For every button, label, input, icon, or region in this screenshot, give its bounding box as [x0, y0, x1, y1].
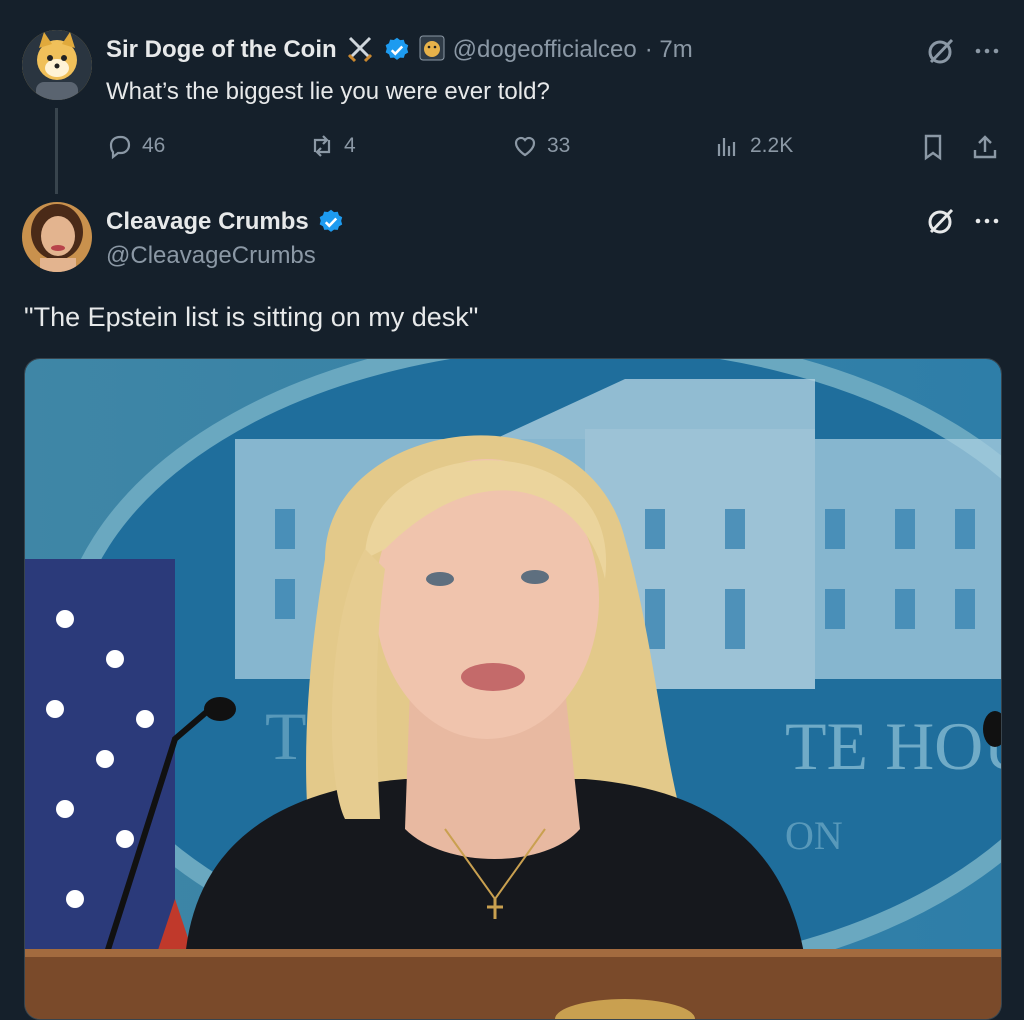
repost-icon [313, 135, 331, 157]
tweet1-author-name[interactable]: Sir Doge of the Coin [106, 36, 337, 64]
more-options-icon[interactable] [972, 206, 1002, 241]
tweet1-handle[interactable]: @dogeofficialceo [453, 36, 637, 64]
sign-text-main: TE HOUS [785, 708, 1001, 784]
like-count: 33 [547, 134, 571, 157]
views-icon [717, 138, 736, 156]
press-briefing-photo: TE HOUS T ON [25, 359, 1001, 1019]
tweet1-timestamp[interactable]: · 7m [645, 36, 693, 64]
tweet2-handle[interactable]: @CleavageCrumbs [106, 242, 316, 270]
bookmark-icon[interactable] [918, 132, 948, 167]
reply-button[interactable]: 46 [106, 132, 165, 160]
reply-icon [109, 135, 131, 160]
repost-button[interactable]: 4 [308, 132, 356, 160]
tweet1-text: What’s the biggest lie you were ever tol… [106, 78, 550, 105]
avatar[interactable] [22, 30, 92, 100]
heart-icon [514, 136, 536, 157]
tweet2-author-name[interactable]: Cleavage Crumbs [106, 208, 309, 236]
more-options-icon[interactable] [972, 36, 1002, 71]
crossed-swords-icon [345, 33, 375, 68]
tweet2-text: "The Epstein list is sitting on my desk" [24, 302, 479, 332]
thread-line [55, 108, 58, 194]
doge-badge-icon[interactable] [419, 35, 445, 66]
views-count: 2.2K [750, 134, 794, 157]
grok-icon[interactable] [926, 206, 956, 241]
avatar[interactable] [22, 202, 92, 272]
like-button[interactable]: 33 [511, 132, 570, 160]
share-icon[interactable] [970, 132, 1000, 167]
user-avatar-icon [22, 202, 92, 272]
doge-avatar-icon [22, 30, 92, 100]
verified-badge-icon[interactable] [383, 36, 411, 64]
sign-text-sub: ON [785, 813, 843, 858]
grok-icon[interactable] [926, 36, 956, 71]
verified-badge-icon[interactable] [317, 208, 345, 236]
reply-count: 46 [142, 134, 166, 157]
tweet-media-image[interactable]: TE HOUS T ON [24, 358, 1002, 1020]
views-button[interactable]: 2.2K [714, 132, 793, 160]
sign-text-left: T [265, 698, 307, 774]
repost-count: 4 [344, 134, 356, 157]
